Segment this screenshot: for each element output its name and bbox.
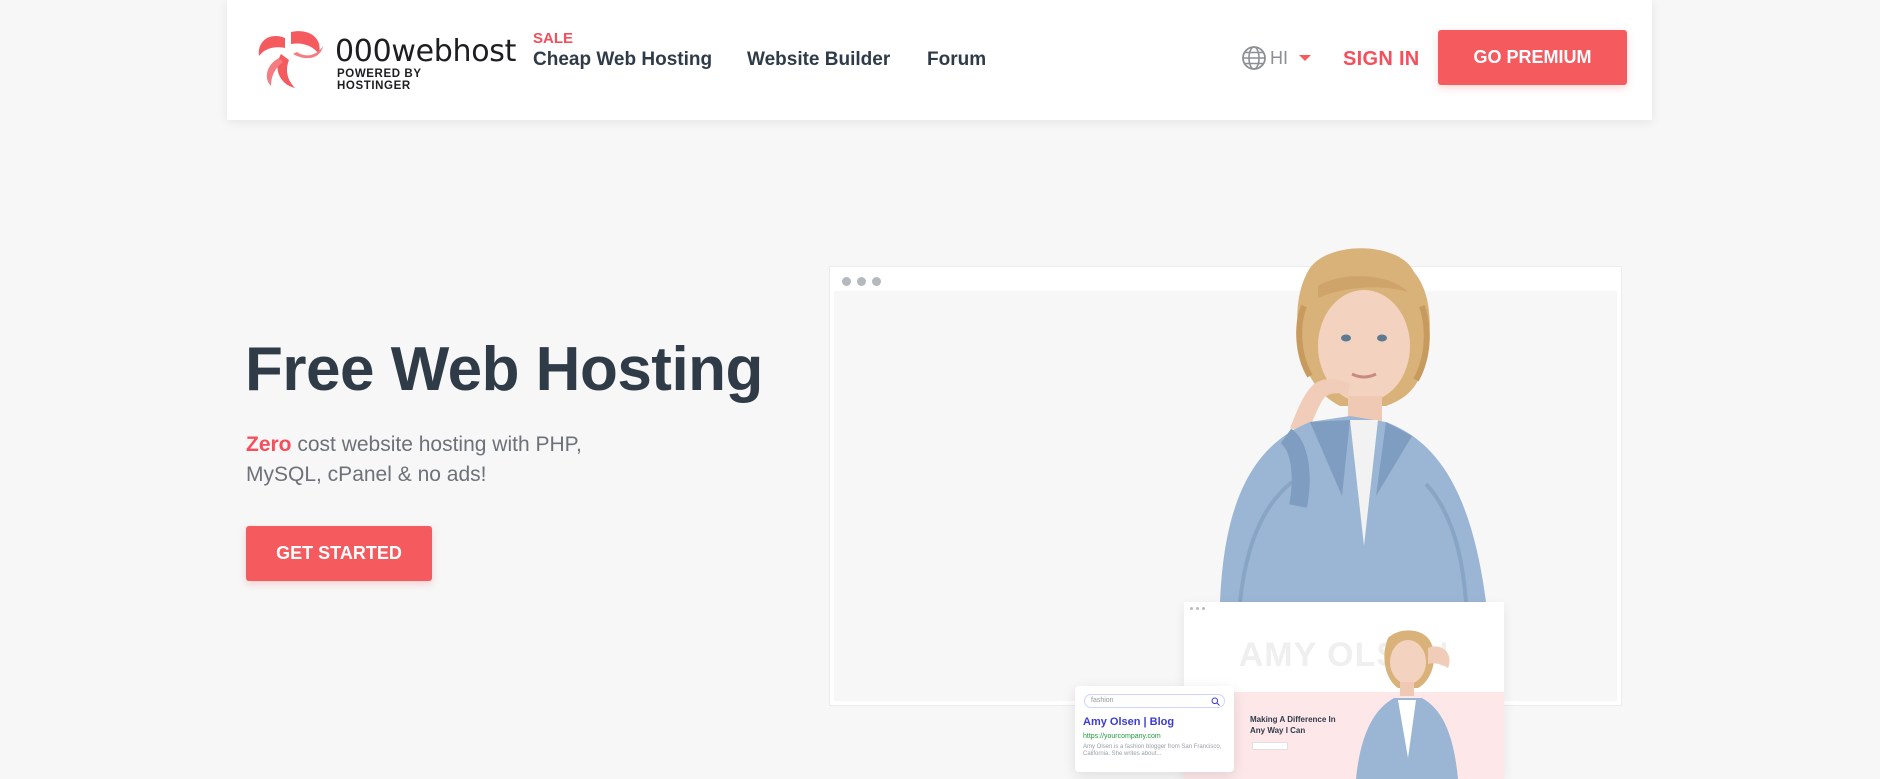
woman-photo-illustration (1220, 248, 1486, 602)
language-selector[interactable]: HI (1241, 44, 1313, 72)
search-icon (1211, 697, 1220, 706)
globe-icon (1242, 46, 1266, 70)
search-result-card: fashion Amy Olsen | Blog https://yourcom… (1075, 686, 1234, 772)
window-dot (842, 277, 851, 286)
preview-button (1252, 742, 1288, 750)
sale-badge: SALE (533, 30, 574, 47)
woman-thumbnail-illustration (1356, 630, 1458, 779)
logo-name: 000webhost (335, 34, 517, 69)
hero-title: Free Web Hosting (245, 335, 763, 404)
hero-subtitle-text: cost website hosting with PHP, MySQL, cP… (246, 433, 582, 486)
preview-site-tagline: Making A Difference In Any Way I Can (1250, 715, 1336, 735)
sign-in-link[interactable]: SIGN IN (1343, 48, 1420, 71)
get-started-button[interactable]: GET STARTED (246, 526, 432, 581)
hero-subtitle-accent: Zero (246, 433, 292, 456)
window-dot (872, 277, 881, 286)
hero-subtitle: Zero cost website hosting with PHP, MySQ… (246, 430, 616, 490)
preview-search-text: fashion (1091, 697, 1114, 704)
preview-search-field: fashion (1084, 694, 1225, 708)
logo[interactable]: 000webhost POWERED BY HOSTINGER (251, 24, 516, 92)
window-dots (842, 277, 881, 286)
language-code: HI (1270, 47, 1288, 68)
search-result-url: https://yourcompany.com (1083, 733, 1161, 740)
search-result-title: Amy Olsen | Blog (1083, 716, 1175, 728)
window-dot (857, 277, 866, 286)
nav-forum[interactable]: Forum (927, 49, 986, 71)
preview-window-dots (1190, 607, 1205, 610)
logo-tagline: POWERED BY HOSTINGER (337, 68, 422, 92)
nav-website-builder[interactable]: Website Builder (747, 49, 890, 71)
top-navigation-bar: 000webhost POWERED BY HOSTINGER SALE Che… (227, 0, 1652, 120)
nav-cheap-web-hosting[interactable]: Cheap Web Hosting (533, 49, 712, 71)
swirl-logo-icon (258, 31, 323, 88)
go-premium-button[interactable]: GO PREMIUM (1438, 30, 1627, 85)
chevron-down-icon (1299, 55, 1311, 61)
search-result-description: Amy Olsen is a fashion blogger from San … (1083, 744, 1222, 757)
